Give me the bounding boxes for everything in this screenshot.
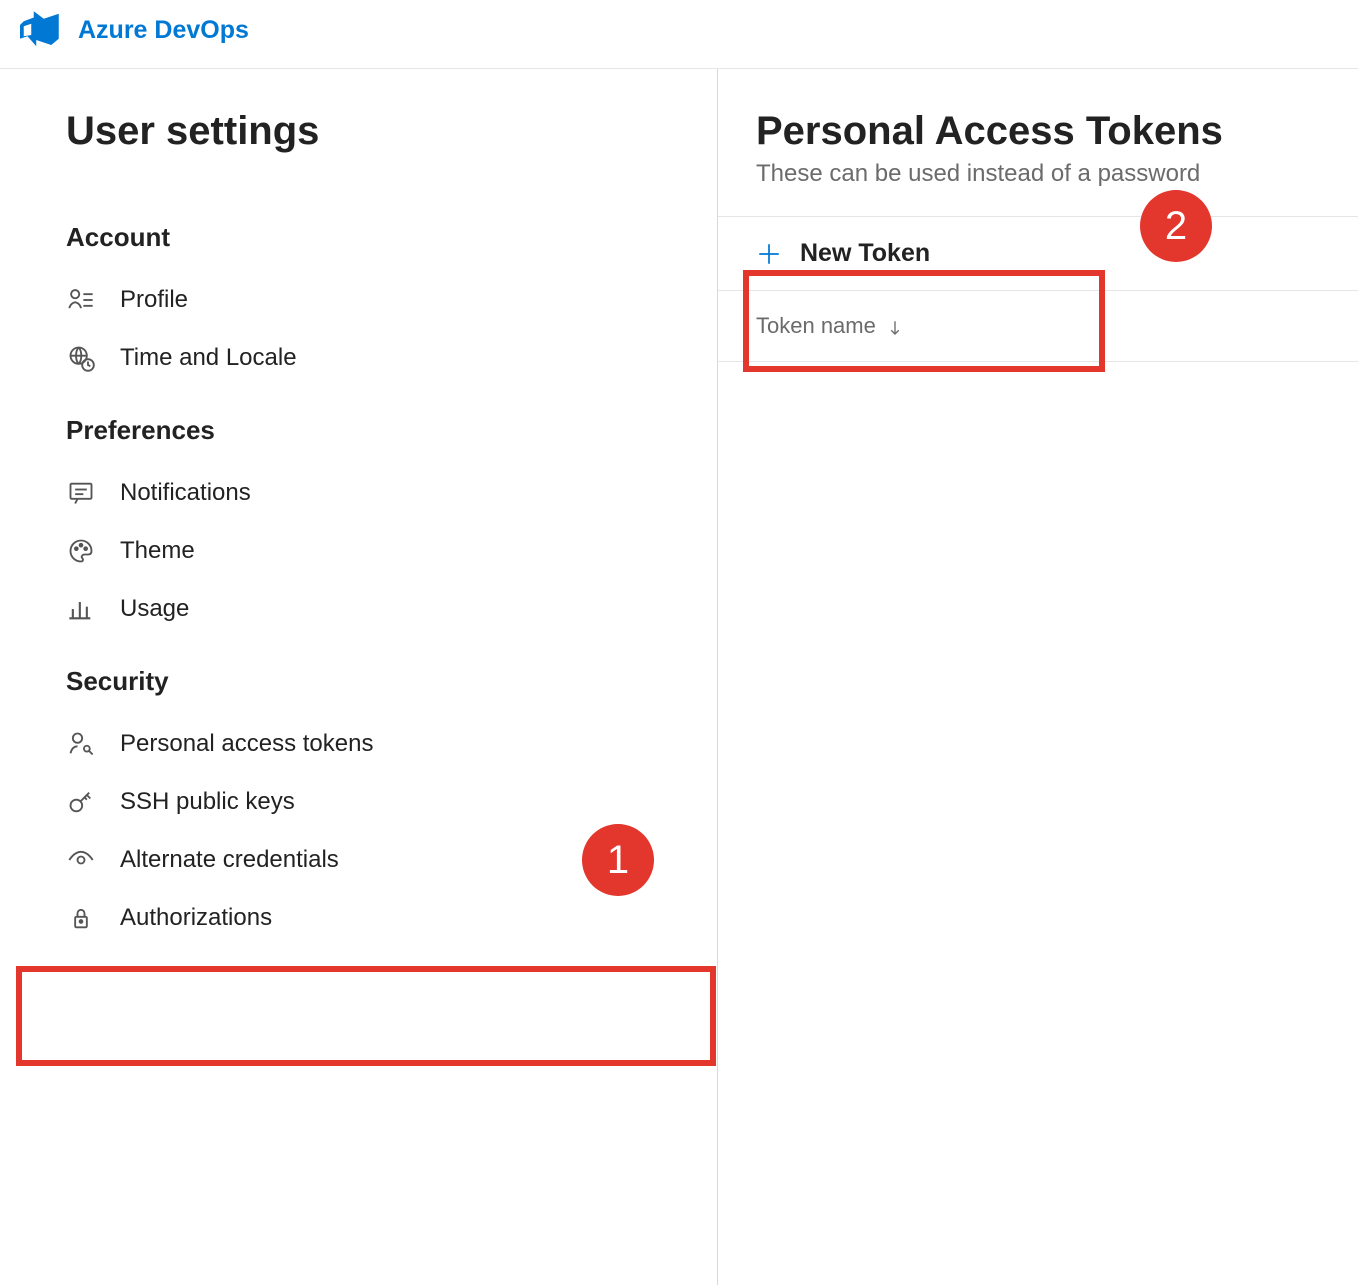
bar-chart-icon <box>66 594 96 624</box>
person-key-icon <box>66 729 96 759</box>
column-header-token-name[interactable]: Token name <box>756 313 904 339</box>
sidebar-item-ssh-public-keys[interactable]: SSH public keys <box>0 773 717 831</box>
page-title: User settings <box>0 109 717 194</box>
tokens-toolbar: New Token <box>718 216 1358 291</box>
content-title: Personal Access Tokens <box>718 109 1358 160</box>
chat-icon <box>66 478 96 508</box>
lock-shield-icon <box>66 903 96 933</box>
globe-clock-icon <box>66 343 96 373</box>
sidebar-item-notifications[interactable]: Notifications <box>0 464 717 522</box>
topbar: Azure DevOps <box>0 0 1358 69</box>
profile-icon <box>66 285 96 315</box>
sidebar-item-label: SSH public keys <box>120 788 295 816</box>
sidebar-item-usage[interactable]: Usage <box>0 580 717 638</box>
new-token-label: New Token <box>800 239 930 268</box>
sidebar-item-label: Time and Locale <box>120 344 297 372</box>
sidebar-item-profile[interactable]: Profile <box>0 271 717 329</box>
section-heading-security: Security <box>0 638 717 715</box>
tokens-table-header: Token name <box>718 291 1358 362</box>
content-panel: Personal Access Tokens These can be used… <box>718 69 1358 1285</box>
section-heading-preferences: Preferences <box>0 387 717 464</box>
new-token-button[interactable]: New Token <box>718 217 960 290</box>
brand-label: Azure DevOps <box>78 16 249 45</box>
sidebar-item-theme[interactable]: Theme <box>0 522 717 580</box>
column-header-label: Token name <box>756 313 876 339</box>
section-heading-account: Account <box>0 194 717 271</box>
eye-icon <box>66 845 96 875</box>
sidebar-item-label: Usage <box>120 595 189 623</box>
sidebar-item-label: Notifications <box>120 479 251 507</box>
sidebar-item-label: Theme <box>120 537 195 565</box>
plus-icon <box>756 241 782 267</box>
brand-area[interactable]: Azure DevOps <box>20 10 249 50</box>
key-icon <box>66 787 96 817</box>
settings-sidebar: User settings Account Profile <box>0 69 718 1285</box>
palette-icon <box>66 536 96 566</box>
sidebar-item-label: Personal access tokens <box>120 730 373 758</box>
content-subtitle: These can be used instead of a password <box>718 160 1358 216</box>
sidebar-item-label: Authorizations <box>120 904 272 932</box>
sidebar-item-authorizations[interactable]: Authorizations <box>0 889 717 947</box>
sidebar-item-personal-access-tokens[interactable]: Personal access tokens <box>0 715 717 773</box>
azure-devops-logo-icon <box>20 10 60 50</box>
sidebar-item-label: Profile <box>120 286 188 314</box>
sidebar-item-alternate-credentials[interactable]: Alternate credentials <box>0 831 717 889</box>
sort-arrow-down-icon <box>886 317 904 335</box>
sidebar-item-time-and-locale[interactable]: Time and Locale <box>0 329 717 387</box>
sidebar-item-label: Alternate credentials <box>120 846 339 874</box>
